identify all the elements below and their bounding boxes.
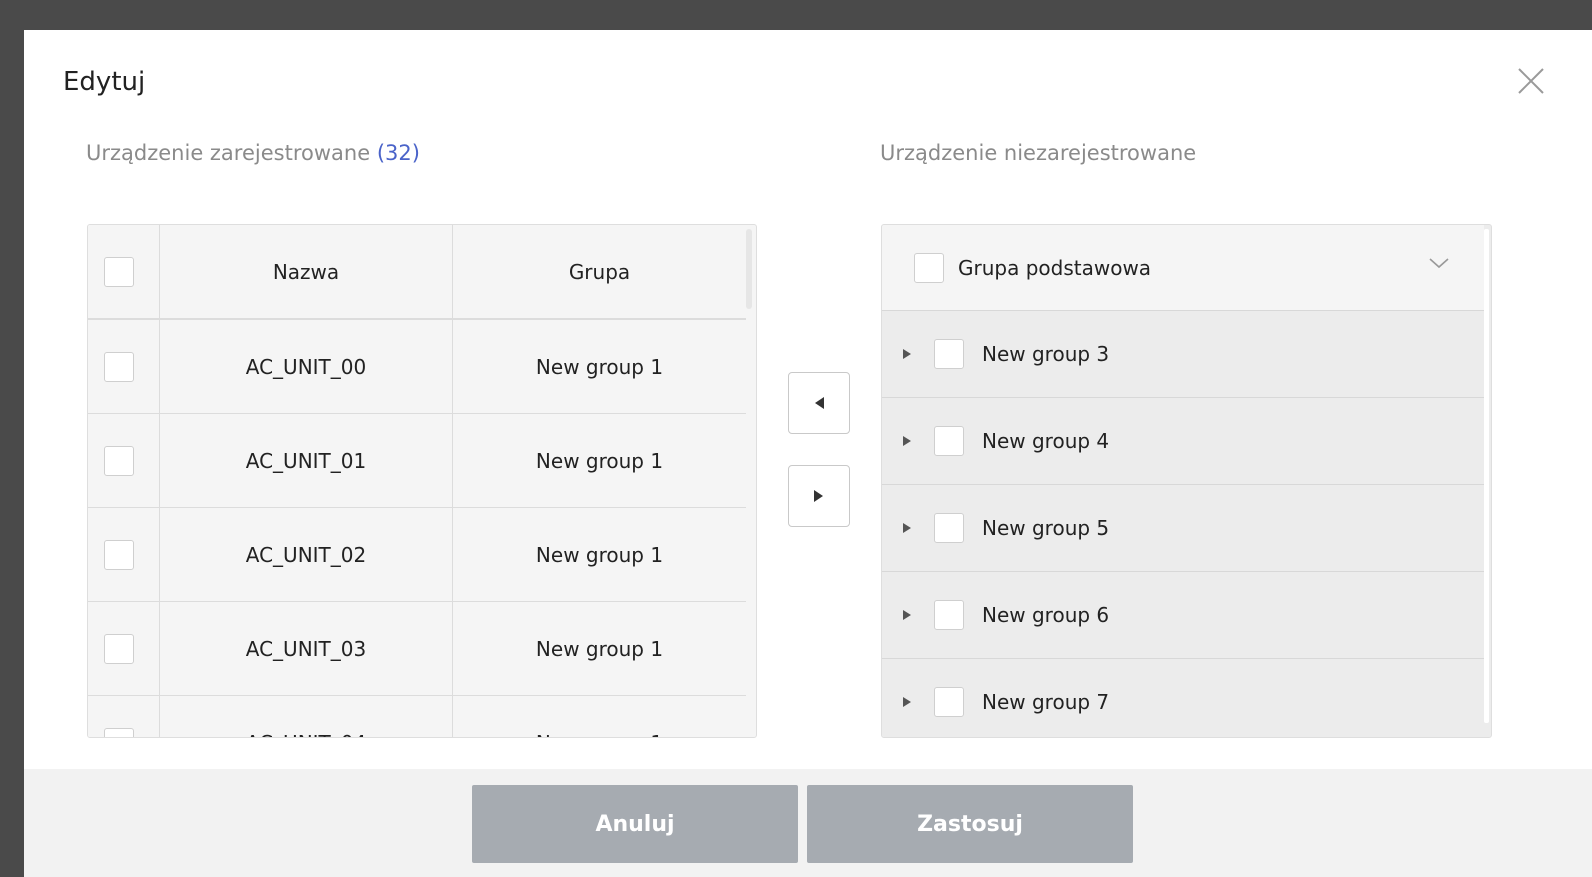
edit-dialog: Edytuj Urządzenie zarejestrowane (32) Ur… bbox=[24, 30, 1592, 877]
row-checkbox-cell bbox=[88, 696, 160, 737]
expand-arrow-icon[interactable] bbox=[900, 348, 914, 360]
group-checkbox[interactable] bbox=[934, 339, 964, 369]
group-checkbox[interactable] bbox=[934, 687, 964, 717]
device-group: New group 1 bbox=[535, 448, 664, 473]
row-checkbox[interactable] bbox=[104, 727, 134, 737]
device-name: AC_UNIT_01 bbox=[160, 414, 453, 507]
registered-section-label: Urządzenie zarejestrowane (32) bbox=[86, 138, 420, 168]
device-name: AC_UNIT_04 bbox=[160, 696, 453, 737]
dialog-footer: Anuluj Zastosuj bbox=[24, 769, 1592, 877]
group-label: New group 7 bbox=[982, 690, 1110, 714]
row-checkbox-cell bbox=[88, 508, 160, 601]
unregistered-section-label: Urządzenie niezarejestrowane bbox=[880, 141, 1197, 165]
device-group: New group 1 bbox=[535, 354, 664, 379]
tree-group-item[interactable]: New group 3 bbox=[882, 311, 1484, 398]
tree-group-item[interactable]: New group 5 bbox=[882, 485, 1484, 572]
registered-device-table: Nazwa Grupa AC_UNIT_00 New group 1 AC_UN… bbox=[87, 224, 757, 738]
table-row[interactable]: AC_UNIT_00 New group 1 bbox=[88, 320, 746, 414]
row-checkbox-cell bbox=[88, 414, 160, 507]
dialog-title: Edytuj bbox=[63, 67, 146, 97]
expand-arrow-icon[interactable] bbox=[900, 435, 914, 447]
column-header-group[interactable]: Grupa bbox=[453, 225, 746, 318]
registered-label-text: Urządzenie zarejestrowane bbox=[86, 141, 371, 165]
table-body-area: Nazwa Grupa AC_UNIT_00 New group 1 AC_UN… bbox=[88, 225, 746, 738]
table-row[interactable]: AC_UNIT_02 New group 1 bbox=[88, 508, 746, 602]
root-group-row[interactable]: Grupa podstawowa bbox=[882, 225, 1484, 311]
group-label: New group 3 bbox=[982, 342, 1110, 366]
column-header-name[interactable]: Nazwa bbox=[160, 225, 453, 318]
device-group: New group 1 bbox=[453, 696, 746, 738]
root-group-label: Grupa podstawowa bbox=[958, 255, 1152, 280]
group-label: New group 6 bbox=[982, 603, 1110, 627]
header-checkbox-cell bbox=[88, 225, 160, 318]
row-checkbox[interactable] bbox=[104, 633, 134, 664]
arrow-left-icon bbox=[815, 397, 824, 409]
tree-scrollbar[interactable] bbox=[1484, 229, 1489, 723]
move-to-unregistered-button[interactable] bbox=[788, 465, 850, 527]
select-all-checkbox[interactable] bbox=[104, 256, 134, 287]
device-name: AC_UNIT_02 bbox=[160, 508, 453, 601]
tree-group-item[interactable]: New group 6 bbox=[882, 572, 1484, 659]
device-name: AC_UNIT_00 bbox=[160, 320, 453, 413]
arrow-right-icon bbox=[814, 490, 823, 502]
group-checkbox[interactable] bbox=[934, 600, 964, 630]
group-label: New group 5 bbox=[982, 516, 1110, 540]
apply-button[interactable]: Zastosuj bbox=[807, 785, 1133, 863]
expand-arrow-icon[interactable] bbox=[900, 522, 914, 534]
row-checkbox[interactable] bbox=[104, 351, 134, 382]
row-checkbox-cell bbox=[88, 320, 160, 413]
table-row[interactable]: AC_UNIT_01 New group 1 bbox=[88, 414, 746, 508]
row-checkbox[interactable] bbox=[104, 445, 134, 476]
move-to-registered-button[interactable] bbox=[788, 372, 850, 434]
table-header-row: Nazwa Grupa bbox=[88, 225, 746, 320]
device-name: AC_UNIT_03 bbox=[160, 602, 453, 695]
chevron-down-icon[interactable] bbox=[1428, 255, 1450, 274]
unregistered-device-tree: Grupa podstawowa New group 3 New group 4 bbox=[881, 224, 1492, 738]
tree-group-item[interactable]: New group 4 bbox=[882, 398, 1484, 485]
table-row[interactable]: AC_UNIT_03 New group 1 bbox=[88, 602, 746, 696]
tree-group-item[interactable]: New group 7 bbox=[882, 659, 1484, 737]
group-checkbox[interactable] bbox=[934, 513, 964, 543]
root-group-checkbox[interactable] bbox=[914, 252, 944, 283]
row-checkbox[interactable] bbox=[104, 539, 134, 570]
expand-arrow-icon[interactable] bbox=[900, 609, 914, 621]
expand-arrow-icon[interactable] bbox=[900, 696, 914, 708]
group-checkbox[interactable] bbox=[934, 426, 964, 456]
close-icon[interactable] bbox=[1516, 66, 1546, 96]
cancel-button[interactable]: Anuluj bbox=[472, 785, 798, 863]
table-row[interactable]: AC_UNIT_04 New group 1 bbox=[88, 696, 746, 738]
group-label: New group 4 bbox=[982, 429, 1110, 453]
device-group: New group 1 bbox=[535, 636, 664, 661]
device-group: New group 1 bbox=[535, 542, 664, 567]
registered-count: (32) bbox=[376, 141, 420, 165]
table-scrollbar[interactable] bbox=[746, 229, 752, 309]
row-checkbox-cell bbox=[88, 602, 160, 695]
